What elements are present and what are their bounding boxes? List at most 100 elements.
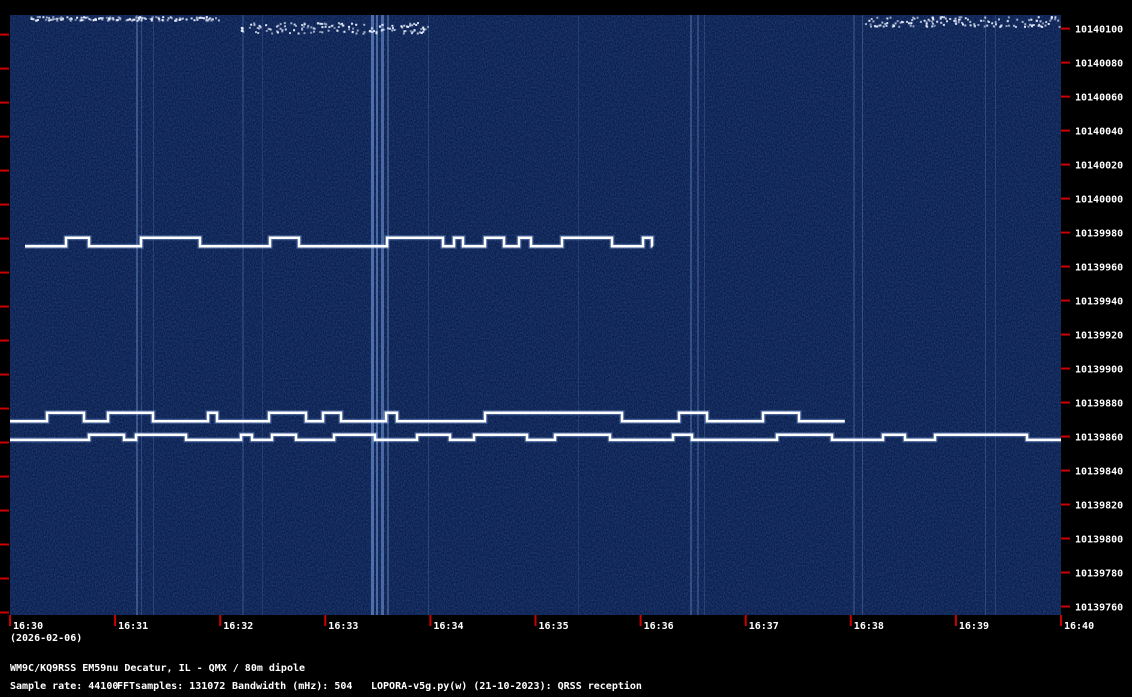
noise-speckle bbox=[319, 22, 322, 25]
noise-speckle bbox=[378, 25, 381, 28]
noise-speckle bbox=[36, 19, 39, 21]
noise-speckle bbox=[139, 16, 141, 19]
noise-speckle bbox=[389, 27, 392, 30]
noise-speckle bbox=[174, 19, 177, 22]
noise-speckle bbox=[111, 17, 114, 20]
noise-speckle bbox=[987, 20, 989, 23]
noise-speckle bbox=[926, 25, 929, 28]
noise-speckle bbox=[333, 27, 336, 30]
noise-speckle bbox=[265, 29, 268, 32]
noise-speckle bbox=[32, 18, 35, 21]
x-tick-label: 16:38 bbox=[854, 621, 884, 632]
x-tick-label: 16:39 bbox=[959, 621, 989, 632]
noise-speckle bbox=[415, 24, 418, 26]
x-tick-label: 16:35 bbox=[539, 621, 569, 632]
noise-speckle bbox=[403, 24, 406, 27]
noise-speckle bbox=[258, 27, 261, 30]
noise-speckle bbox=[297, 32, 300, 35]
noise-speckle bbox=[167, 17, 170, 20]
noise-speckle bbox=[158, 19, 161, 22]
x-tick-label: 16:34 bbox=[433, 621, 463, 632]
interference-streak bbox=[387, 15, 389, 615]
noise-speckle bbox=[303, 22, 306, 25]
noise-speckle bbox=[931, 22, 934, 25]
noise-speckle bbox=[943, 16, 946, 19]
noise-speckle bbox=[1057, 19, 1060, 22]
noise-speckle bbox=[1007, 16, 1010, 19]
noise-speckle bbox=[872, 20, 875, 23]
noise-speckle bbox=[116, 19, 119, 22]
noise-speckle bbox=[392, 27, 394, 30]
interference-streak bbox=[853, 15, 855, 615]
y-tick-label: 10139980 bbox=[1075, 229, 1123, 240]
noise-speckle bbox=[931, 16, 934, 19]
noise-speckle bbox=[894, 22, 897, 25]
noise-speckle bbox=[370, 27, 373, 30]
interference-streak bbox=[371, 15, 374, 615]
noise-speckle bbox=[157, 16, 160, 19]
noise-speckle bbox=[409, 30, 412, 33]
noise-speckle bbox=[932, 19, 935, 21]
noise-speckle bbox=[1024, 25, 1026, 28]
noise-speckle bbox=[337, 22, 340, 25]
noise-speckle bbox=[48, 17, 51, 19]
noise-speckle bbox=[337, 26, 340, 28]
noise-speckle bbox=[162, 16, 165, 19]
noise-speckle bbox=[348, 28, 351, 31]
noise-speckle bbox=[869, 23, 872, 26]
noise-speckle bbox=[105, 16, 108, 19]
y-tick-label: 10139960 bbox=[1075, 263, 1123, 274]
noise-speckle bbox=[954, 17, 957, 20]
noise-speckle bbox=[381, 23, 384, 26]
noise-speckle bbox=[964, 17, 967, 20]
noise-speckle bbox=[387, 27, 390, 30]
noise-speckle bbox=[169, 16, 172, 19]
noise-speckle bbox=[1006, 20, 1009, 23]
noise-speckle bbox=[70, 18, 73, 21]
noise-speckle bbox=[898, 25, 901, 28]
noise-speckle bbox=[1049, 19, 1052, 22]
noise-speckle bbox=[185, 18, 188, 21]
noise-speckle bbox=[910, 22, 913, 25]
noise-speckle bbox=[363, 31, 366, 34]
noise-speckle bbox=[101, 17, 104, 19]
noise-speckle bbox=[931, 25, 934, 28]
y-tick-label: 10139920 bbox=[1075, 331, 1123, 342]
noise-speckle bbox=[293, 29, 296, 32]
noise-speckle bbox=[279, 23, 282, 26]
noise-speckle bbox=[1032, 24, 1035, 26]
noise-speckle bbox=[279, 27, 282, 30]
noise-speckle bbox=[870, 25, 872, 28]
noise-speckle bbox=[310, 26, 313, 29]
noise-speckle bbox=[321, 31, 324, 34]
fft-samples: FFTsamples: 131072 bbox=[117, 681, 226, 692]
noise-speckle bbox=[1054, 18, 1057, 21]
noise-speckle bbox=[371, 31, 374, 33]
noise-speckle bbox=[1039, 20, 1042, 23]
y-tick-label: 10139900 bbox=[1075, 365, 1123, 376]
x-tick-label: 16:40 bbox=[1064, 621, 1094, 632]
noise-speckle bbox=[84, 16, 87, 19]
interference-streak bbox=[136, 15, 138, 615]
noise-speckle bbox=[980, 19, 982, 22]
y-tick-label: 10140020 bbox=[1075, 161, 1123, 172]
noise-speckle bbox=[52, 18, 54, 21]
noise-speckle bbox=[355, 23, 358, 26]
noise-speckle bbox=[310, 31, 313, 34]
noise-speckle bbox=[409, 22, 412, 25]
noise-speckle bbox=[1028, 19, 1031, 22]
noise-speckle bbox=[135, 16, 138, 19]
noise-speckle bbox=[140, 19, 143, 22]
noise-speckle bbox=[217, 19, 220, 22]
noise-speckle bbox=[969, 20, 972, 23]
noise-speckle bbox=[896, 20, 899, 23]
noise-speckle bbox=[1008, 24, 1010, 27]
noise-speckle bbox=[94, 18, 97, 21]
noise-speckle bbox=[313, 30, 315, 33]
y-tick-label: 10139860 bbox=[1075, 433, 1123, 444]
noise-speckle bbox=[933, 24, 936, 27]
noise-speckle bbox=[44, 18, 47, 21]
noise-speckle bbox=[908, 22, 910, 25]
noise-speckle bbox=[317, 22, 320, 25]
noise-speckle bbox=[215, 17, 217, 20]
